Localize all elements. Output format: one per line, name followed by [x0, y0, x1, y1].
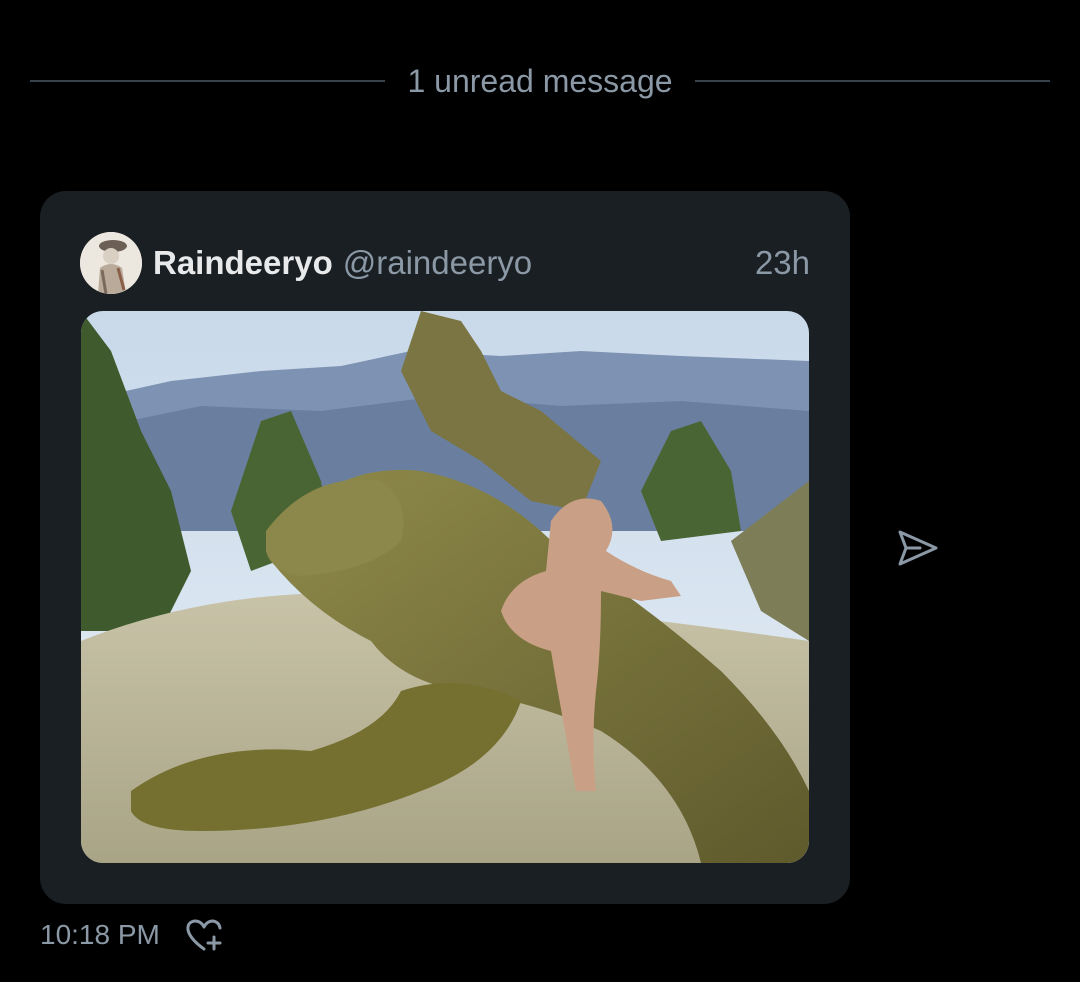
unread-message-label: 1 unread message	[407, 62, 673, 99]
share-button[interactable]	[890, 522, 946, 574]
tweet-header: Raindeeryo @raindeeryo 23h	[80, 231, 810, 295]
avatar[interactable]	[80, 232, 142, 294]
heart-plus-icon	[186, 919, 222, 951]
divider-line-right	[694, 80, 1050, 82]
send-icon	[898, 530, 938, 566]
user-handle[interactable]: @raindeeryo	[343, 244, 532, 282]
message-footer: 10:18 PM	[40, 912, 226, 958]
photo-image	[81, 311, 809, 863]
add-reaction-button[interactable]	[182, 913, 226, 957]
message-time: 10:18 PM	[40, 919, 160, 950]
divider-line-left	[30, 80, 386, 82]
display-name[interactable]: Raindeeryo	[153, 244, 333, 282]
avatar-image	[80, 232, 142, 294]
tweet-photo[interactable]	[81, 311, 809, 863]
tweet-timestamp[interactable]: 23h	[755, 244, 810, 282]
shared-tweet-card[interactable]: Raindeeryo @raindeeryo 23h	[40, 191, 850, 904]
unread-divider: 1 unread message	[30, 58, 1050, 104]
